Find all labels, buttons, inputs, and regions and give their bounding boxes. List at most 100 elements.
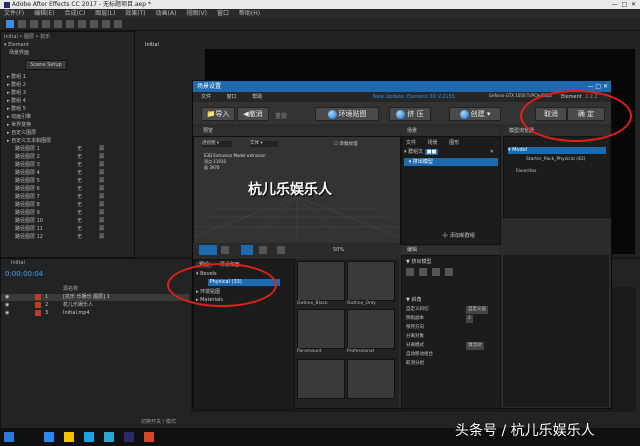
menu-layer[interactable]: 图层(L): [95, 10, 115, 17]
timeline-comp-tab[interactable]: Initial: [11, 260, 25, 266]
path-layer-source[interactable]: 源: [99, 146, 104, 153]
menu-view[interactable]: 视图(V): [186, 10, 207, 17]
menu-file[interactable]: 文件(F): [4, 10, 24, 17]
undo-button[interactable]: ◀撤消: [237, 107, 269, 121]
scene-group-row[interactable]: ▾ 群组文 ■■ ✕: [404, 149, 498, 156]
scene-tab-scene[interactable]: 场景: [428, 140, 438, 146]
path-layer-source[interactable]: 源: [99, 218, 104, 225]
path-layer-source[interactable]: 源: [99, 226, 104, 233]
draft-texture-toggle[interactable]: ☐ 草稿纹理: [334, 141, 357, 147]
menu-help[interactable]: 帮助(H): [239, 10, 260, 17]
path-layer-row[interactable]: 路径图层 6 无 源: [15, 186, 143, 193]
path-layer-source[interactable]: 源: [99, 210, 104, 217]
scene-tab-graphics[interactable]: 图形: [449, 140, 459, 146]
import-button[interactable]: 📁导入: [201, 107, 235, 121]
edit-property-value[interactable]: 自定义层: [466, 306, 488, 314]
effect-row[interactable]: ▸ 群组 4: [7, 98, 135, 105]
preset-tile[interactable]: [347, 359, 395, 399]
dialog-menu-file[interactable]: 文件: [201, 94, 211, 100]
edit-property-row[interactable]: 倒角副本 2: [406, 315, 496, 323]
camera-tool-icon[interactable]: [54, 20, 62, 28]
camera-select[interactable]: 透视图 ▾: [202, 141, 232, 147]
path-layer-row[interactable]: 路径图层 5 无 源: [15, 178, 143, 185]
menu-window[interactable]: 窗口: [217, 10, 229, 17]
path-layer-value[interactable]: 无: [77, 146, 82, 153]
bevel-tool-icon[interactable]: [406, 268, 414, 276]
edit-property-row[interactable]: 分离模式 激活动: [406, 342, 496, 350]
add-group-button[interactable]: ➕ 添加新群组: [442, 232, 475, 239]
path-layer-value[interactable]: 无: [77, 210, 82, 217]
menu-comp[interactable]: 合成(C): [64, 10, 85, 17]
windows-start-icon[interactable]: [4, 432, 14, 442]
path-layer-value[interactable]: 无: [77, 162, 82, 169]
preset-tile[interactable]: [347, 309, 395, 349]
path-layer-row[interactable]: 路径图层 11 无 源: [15, 226, 143, 233]
path-layer-value[interactable]: 无: [77, 218, 82, 225]
pointer-icon[interactable]: [221, 246, 229, 254]
preview-viewport[interactable]: 透视图 ▾ 实体 ▾ ☐ 草稿纹理 E3D Extrusion Model ex…: [193, 136, 401, 245]
move-icon[interactable]: [241, 245, 253, 255]
path-layer-row[interactable]: 路径图层 4 无 源: [15, 170, 143, 177]
edit-property-row[interactable]: 分离对象: [406, 333, 496, 341]
scale-icon[interactable]: [277, 246, 285, 254]
type-tool-icon[interactable]: [102, 20, 110, 28]
edit-property-row[interactable]: 自定义斜切 自定义层: [406, 306, 496, 314]
texture-tool-icon[interactable]: [431, 268, 440, 276]
path-layer-value[interactable]: 无: [77, 234, 82, 241]
eye-icon[interactable]: ◉: [5, 302, 9, 309]
effect-row[interactable]: ▸ 群组 5: [7, 106, 135, 113]
eye-icon[interactable]: ◉: [5, 294, 9, 301]
path-layer-value[interactable]: 无: [77, 154, 82, 161]
path-layer-source[interactable]: 源: [99, 202, 104, 209]
zoom-level[interactable]: 50%: [333, 247, 344, 253]
eye-icon[interactable]: ◉: [5, 310, 9, 317]
settings-tool-icon[interactable]: [444, 268, 453, 276]
path-layer-row[interactable]: 路径图层 1 无 源: [15, 146, 143, 153]
path-layer-source[interactable]: 源: [99, 234, 104, 241]
chat-app-icon[interactable]: [104, 432, 114, 442]
edit-property-row[interactable]: 保持方向: [406, 324, 496, 332]
store-icon[interactable]: [84, 432, 94, 442]
edit-property-row[interactable]: 自动移动组合: [406, 351, 496, 359]
favorites-item[interactable]: Favorites: [516, 169, 536, 174]
brush-tool-icon[interactable]: [114, 20, 122, 28]
effect-row[interactable]: ▸ 自定义图层: [7, 130, 135, 137]
mask-tool-icon[interactable]: [78, 20, 86, 28]
effect-row[interactable]: ▸ 群组 3: [7, 90, 135, 97]
close-icon[interactable]: ✕: [490, 149, 494, 156]
window-controls[interactable]: — □ ✕: [612, 0, 636, 9]
scene-setup-button[interactable]: Scene Setup: [25, 60, 67, 70]
file-explorer-icon[interactable]: [64, 432, 74, 442]
path-layer-row[interactable]: 路径图层 12 无 源: [15, 234, 143, 241]
edit-property-row[interactable]: 取消分组: [406, 360, 496, 368]
timeline-layer-row[interactable]: ◉ 2 杭儿乐娱乐人: [1, 302, 189, 309]
environment-button[interactable]: 环境贴图: [315, 107, 379, 121]
edit-property-value[interactable]: 激活动: [466, 342, 484, 350]
preset-tile[interactable]: [347, 261, 395, 301]
comp-tab[interactable]: Initial: [145, 42, 159, 48]
menu-animation[interactable]: 动画(A): [156, 10, 177, 17]
path-layer-source[interactable]: 源: [99, 154, 104, 161]
rotate-icon[interactable]: [259, 246, 267, 254]
effect-row[interactable]: ▸ 群组 1: [7, 74, 135, 81]
effect-row[interactable]: ▸ 自定义文本和图层: [7, 138, 135, 145]
timeline-layer-row[interactable]: ◉ 1 [抗乐 乐娱乐 图层] 1: [1, 294, 189, 301]
path-layer-row[interactable]: 路径图层 10 无 源: [15, 218, 143, 225]
path-layer-row[interactable]: 路径图层 8 无 源: [15, 202, 143, 209]
pen-tool-icon[interactable]: [90, 20, 98, 28]
redo-button[interactable]: 重做: [275, 111, 287, 120]
path-layer-source[interactable]: 源: [99, 170, 104, 177]
path-layer-source[interactable]: 源: [99, 186, 104, 193]
path-layer-value[interactable]: 无: [77, 170, 82, 177]
path-layer-row[interactable]: 路径图层 7 无 源: [15, 194, 143, 201]
path-layer-value[interactable]: 无: [77, 194, 82, 201]
effect-row[interactable]: ▸ 世界变换: [7, 122, 135, 129]
create-button[interactable]: 创建 ▾: [449, 107, 501, 121]
effect-row[interactable]: ▸ 动画引擎: [7, 114, 135, 121]
extrude-button[interactable]: 挤 压: [389, 107, 431, 121]
camera-view-icon[interactable]: [199, 245, 217, 255]
rotate-tool-icon[interactable]: [42, 20, 50, 28]
scene-model-row[interactable]: ▾ 挤出模型: [404, 158, 498, 166]
starter-pack-item[interactable]: Starter_Pack_Physical (42): [526, 157, 585, 162]
path-layer-source[interactable]: 源: [99, 194, 104, 201]
